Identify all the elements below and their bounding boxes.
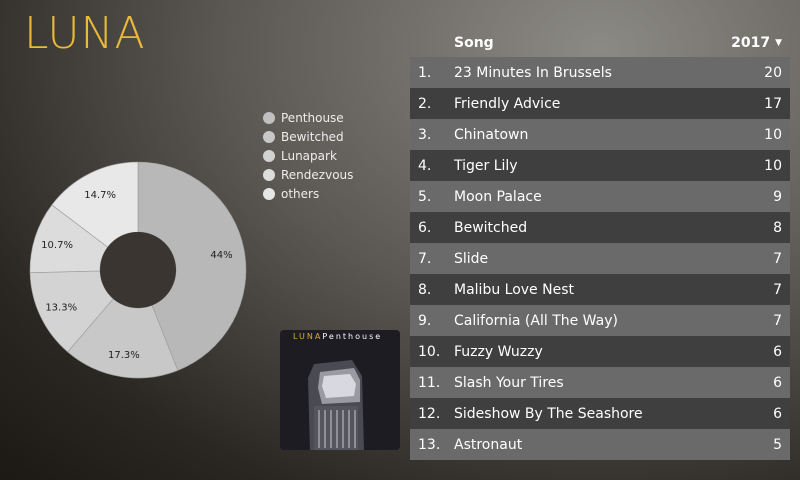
row-song: 23 Minutes In Brussels (454, 64, 612, 81)
row-song: Astronaut (454, 436, 523, 453)
row-count: 17 (764, 95, 782, 112)
legend-swatch-icon (263, 149, 275, 162)
row-song: Slash Your Tires (454, 374, 564, 391)
row-rank: 6. (418, 219, 432, 236)
table-row[interactable]: 7. Slide 7 (410, 243, 790, 274)
row-count: 6 (773, 405, 782, 422)
row-song: Fuzzy Wuzzy (454, 343, 543, 360)
legend-swatch-icon (263, 187, 275, 200)
row-song: California (All The Way) (454, 312, 618, 329)
row-rank: 13. (418, 436, 441, 453)
row-rank: 9. (418, 312, 432, 329)
legend-swatch-icon (263, 168, 275, 181)
row-count: 10 (764, 126, 782, 143)
row-rank: 2. (418, 95, 432, 112)
table-row[interactable]: 4. Tiger Lily 10 (410, 150, 790, 181)
pie-slice-label: 10.7% (41, 240, 73, 251)
table-row[interactable]: 12. Sideshow By The Seashore 6 (410, 398, 790, 429)
caret-down-icon: ▼ (775, 37, 782, 48)
album-art-image (280, 330, 400, 450)
legend-label: others (281, 186, 320, 201)
row-song: Moon Palace (454, 188, 542, 205)
row-song: Tiger Lily (454, 157, 518, 174)
table-body: 1. 23 Minutes In Brussels 20 2. Friendly Adv… (410, 57, 790, 460)
row-rank: 1. (418, 64, 432, 81)
row-song: Friendly Advice (454, 95, 561, 112)
row-count: 7 (773, 250, 782, 267)
row-rank: 5. (418, 188, 432, 205)
table-row[interactable]: 9. California (All The Way) 7 (410, 305, 790, 336)
album-cover-text: LUNAPenthouse (293, 332, 382, 341)
legend-item[interactable]: Penthouse (263, 108, 353, 127)
row-song: Bewitched (454, 219, 528, 236)
song-table: Song 2017 ▼ 1. 23 Minutes In Brussels 20 2.… (410, 28, 790, 460)
legend-label: Rendezvous (281, 167, 354, 182)
legend-item[interactable]: others (263, 184, 353, 203)
legend-item[interactable]: Bewitched (263, 127, 353, 146)
table-row[interactable]: 2. Friendly Advice 17 (410, 88, 790, 119)
row-rank: 8. (418, 281, 432, 298)
table-row[interactable]: 1. 23 Minutes In Brussels 20 (410, 57, 790, 88)
year-dropdown-value: 2017 (731, 34, 771, 51)
table-row[interactable]: 13. Astronaut 5 (410, 429, 790, 460)
legend-swatch-icon (263, 111, 275, 124)
table-row[interactable]: 5. Moon Palace 9 (410, 181, 790, 212)
legend-item[interactable]: Rendezvous (263, 165, 353, 184)
legend-swatch-icon (263, 130, 275, 143)
row-song: Sideshow By The Seashore (454, 405, 643, 422)
legend-label: Lunapark (281, 148, 337, 163)
table-row[interactable]: 11. Slash Your Tires 6 (410, 367, 790, 398)
pie-slice-label: 14.7% (84, 190, 116, 201)
row-count: 20 (764, 64, 782, 81)
row-count: 7 (773, 281, 782, 298)
row-rank: 12. (418, 405, 441, 422)
legend-label: Penthouse (281, 110, 344, 125)
table-row[interactable]: 8. Malibu Love Nest 7 (410, 274, 790, 305)
table-row[interactable]: 3. Chinatown 10 (410, 119, 790, 150)
chart-legend: Penthouse Bewitched Lunapark Rendezvous othe… (263, 108, 353, 203)
row-count: 7 (773, 312, 782, 329)
row-count: 10 (764, 157, 782, 174)
table-header: Song 2017 ▼ (410, 28, 790, 57)
row-rank: 7. (418, 250, 432, 267)
row-count: 6 (773, 374, 782, 391)
row-rank: 11. (418, 374, 441, 391)
row-count: 5 (773, 436, 782, 453)
table-row[interactable]: 10. Fuzzy Wuzzy 6 (410, 336, 790, 367)
album-title: Penthouse (322, 332, 383, 341)
row-rank: 10. (418, 343, 441, 360)
album-brand: LUNA (293, 332, 323, 341)
row-song: Chinatown (454, 126, 529, 143)
row-count: 8 (773, 219, 782, 236)
row-count: 6 (773, 343, 782, 360)
row-song: Malibu Love Nest (454, 281, 574, 298)
row-rank: 3. (418, 126, 432, 143)
year-dropdown[interactable]: 2017 ▼ (731, 35, 782, 51)
row-rank: 4. (418, 157, 432, 174)
legend-label: Bewitched (281, 129, 344, 144)
album-cover[interactable]: LUNAPenthouse (280, 330, 400, 450)
table-row[interactable]: 6. Bewitched 8 (410, 212, 790, 243)
row-song: Slide (454, 250, 489, 267)
pie-slice-label: 44% (210, 250, 232, 261)
row-count: 9 (773, 188, 782, 205)
donut-hole (100, 232, 176, 308)
pie-slice-label: 17.3% (108, 350, 140, 361)
song-column-header: Song (454, 34, 494, 51)
pie-slice-label: 13.3% (45, 302, 77, 313)
legend-item[interactable]: Lunapark (263, 146, 353, 165)
